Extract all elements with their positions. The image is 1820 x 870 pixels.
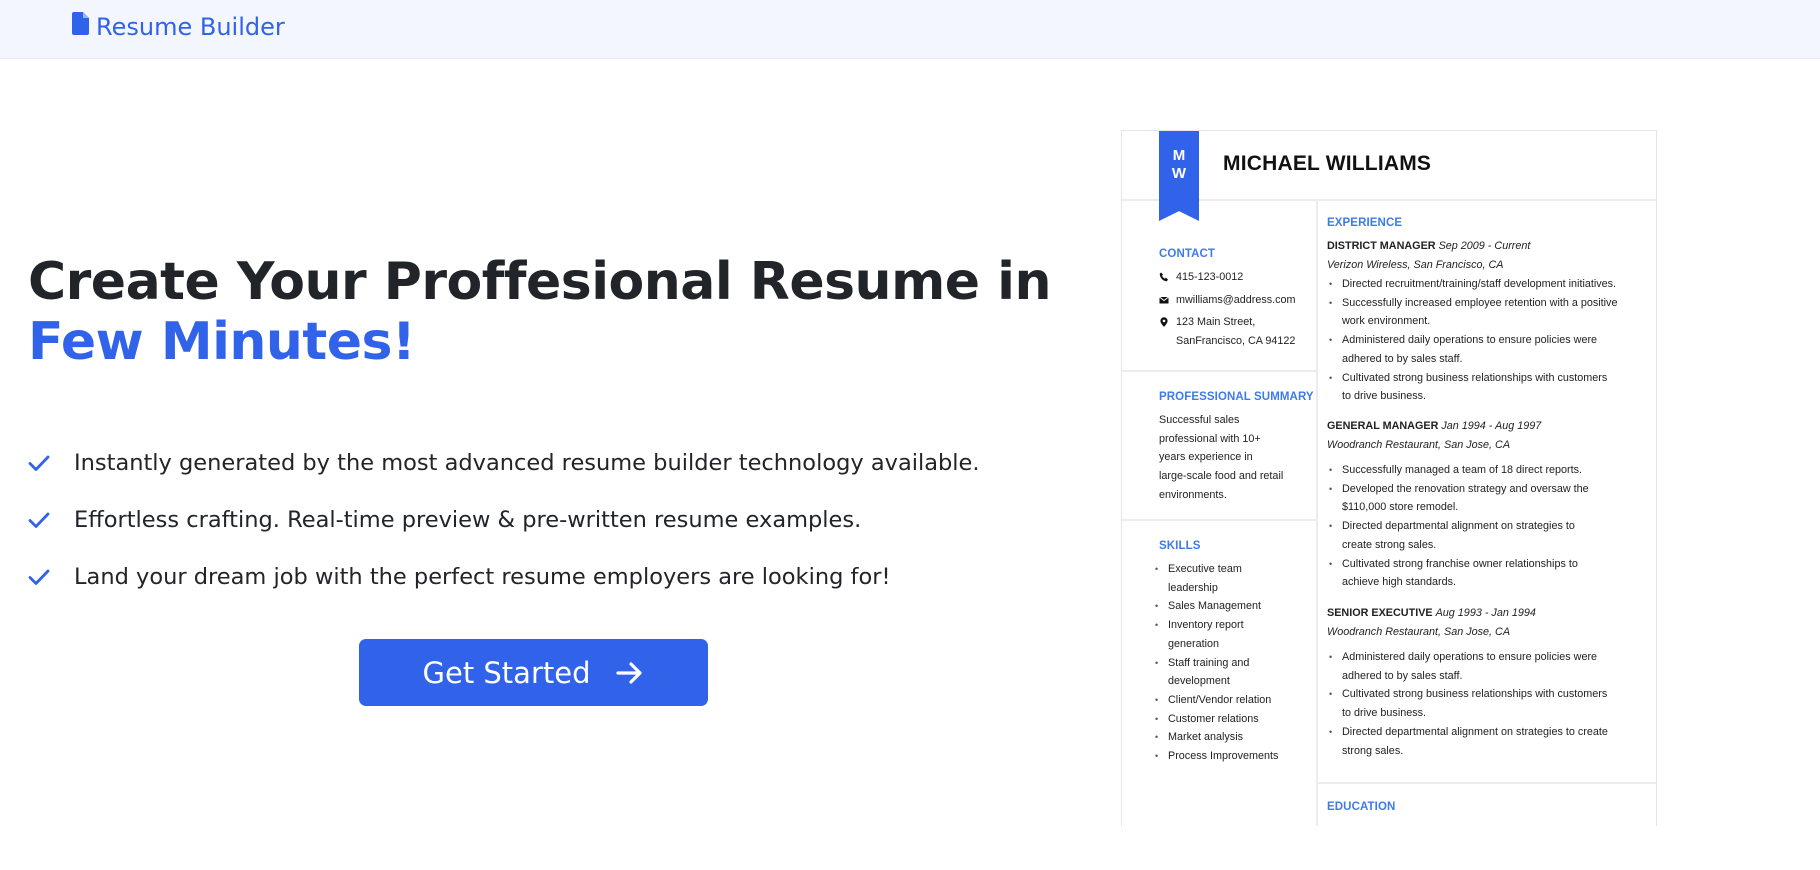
skills-heading: SKILLS: [1159, 540, 1201, 552]
job-entry: DISTRICT MANAGER Sep 2009 - Current Veri…: [1327, 237, 1530, 274]
resume-name: MICHAEL WILLIAMS: [1223, 152, 1432, 175]
check-icon: [28, 512, 50, 528]
contact-address: 123 Main Street, SanFrancisco, CA 94122: [1159, 313, 1295, 350]
skill-item: Process Improvements: [1153, 747, 1313, 766]
feature-text: Effortless crafting. Real-time preview &…: [74, 506, 862, 533]
experience-heading: EXPERIENCE: [1327, 217, 1403, 229]
skill-item: Customer relations: [1153, 710, 1313, 729]
job-bullet: Cultivated strong franchise owner relati…: [1327, 555, 1647, 592]
address-line-2: SanFrancisco, CA 94122: [1176, 334, 1296, 347]
summary-heading: PROFESSIONAL SUMMARY: [1159, 391, 1314, 403]
job-dates: Jan 1994 - Aug 1997: [1441, 420, 1542, 432]
get-started-label: Get Started: [422, 655, 591, 690]
summary-line: environments.: [1159, 488, 1227, 501]
feature-item: Land your dream job with the perfect res…: [28, 548, 980, 605]
feature-list: Instantly generated by the most advanced…: [28, 434, 980, 605]
job-company: Verizon Wireless, San Francisco, CA: [1327, 258, 1504, 271]
education-heading: EDUCATION: [1327, 801, 1396, 813]
feature-item: Instantly generated by the most advanced…: [28, 434, 980, 491]
email-text: mwilliams@address.com: [1176, 294, 1296, 306]
job-bullet: Successfully increased employee retentio…: [1327, 294, 1647, 331]
initials-ribbon: M W: [1159, 131, 1199, 221]
job-company: Woodranch Restaurant, San Jose, CA: [1327, 438, 1511, 451]
phone-text: 415-123-0012: [1176, 271, 1244, 283]
job-bullet: Cultivated strong business relationships…: [1327, 369, 1647, 406]
job-bullet: Directed recruitment/training/staff deve…: [1327, 275, 1647, 294]
section-divider: [1122, 370, 1316, 372]
job-entry: SENIOR EXECUTIVE Aug 1993 - Jan 1994 Woo…: [1327, 604, 1536, 641]
get-started-button[interactable]: Get Started: [359, 639, 708, 706]
summary-line: large-scale food and retail: [1159, 470, 1284, 483]
resume-preview: M W MICHAEL WILLIAMS CONTACT 415-123-001…: [1121, 130, 1657, 826]
initial-last: W: [1171, 165, 1187, 182]
document-icon: [72, 12, 89, 41]
phone-icon: [1159, 272, 1168, 282]
hero-title-main: Create Your Proffesional Resume in: [28, 252, 1051, 312]
feature-item: Effortless crafting. Real-time preview &…: [28, 491, 980, 548]
skill-item: Inventory reportgeneration: [1153, 616, 1313, 653]
job-bullet: Cultivated strong business relationships…: [1327, 685, 1647, 722]
check-icon: [28, 455, 50, 471]
navbar: Resume Builder: [0, 0, 1820, 59]
job-title: GENERAL MANAGER: [1327, 420, 1439, 432]
job-bullet: Successfully managed a team of 18 direct…: [1327, 461, 1647, 480]
skill-item: Executive teamleadership: [1153, 560, 1313, 597]
hero-title: Create Your Proffesional Resume in Few M…: [28, 252, 1088, 372]
contact-heading: CONTACT: [1159, 248, 1216, 260]
map-pin-icon: [1160, 317, 1168, 327]
envelope-icon: [1159, 296, 1169, 304]
job-dates: Aug 1993 - Jan 1994: [1435, 607, 1536, 619]
summary-line: professional with 10+: [1159, 432, 1261, 445]
job-bullets: Directed recruitment/training/staff deve…: [1327, 275, 1647, 406]
section-divider: [1122, 519, 1316, 521]
job-bullet: Administered daily operations to ensure …: [1327, 331, 1647, 368]
job-bullet: Developed the renovation strategy and ov…: [1327, 480, 1647, 517]
brand-label: Resume Builder: [96, 12, 285, 41]
check-icon: [28, 569, 50, 585]
summary-line: years experience in: [1159, 451, 1253, 464]
job-entry: GENERAL MANAGER Jan 1994 - Aug 1997 Wood…: [1327, 417, 1541, 454]
summary-line: Successful sales: [1159, 414, 1240, 426]
section-divider: [1318, 782, 1656, 784]
initial-first: M: [1172, 147, 1186, 164]
job-dates: Sep 2009 - Current: [1438, 240, 1531, 252]
job-bullet: Directed departmental alignment on strat…: [1327, 723, 1647, 760]
skill-item: Market analysis: [1153, 728, 1313, 747]
skill-item: Sales Management: [1153, 597, 1313, 616]
summary-text: Successful sales professional with 10+ y…: [1159, 411, 1309, 505]
job-company: Woodranch Restaurant, San Jose, CA: [1327, 625, 1511, 638]
brand-link[interactable]: Resume Builder: [72, 12, 285, 41]
job-bullet: Administered daily operations to ensure …: [1327, 648, 1647, 685]
skill-item: Client/Vendor relation: [1153, 691, 1313, 710]
address-line-1: 123 Main Street,: [1176, 316, 1256, 328]
skills-list: Executive teamleadership Sales Managemen…: [1153, 560, 1313, 766]
feature-text: Instantly generated by the most advanced…: [74, 449, 980, 476]
job-title: DISTRICT MANAGER: [1327, 240, 1436, 252]
job-title: SENIOR EXECUTIVE: [1327, 607, 1433, 619]
feature-text: Land your dream job with the perfect res…: [74, 563, 891, 590]
arrow-right-icon: [615, 661, 642, 684]
skill-item: Staff training anddevelopment: [1153, 654, 1313, 691]
hero-title-accent: Few Minutes!: [28, 312, 416, 372]
contact-email: mwilliams@address.com: [1159, 291, 1296, 310]
job-bullets: Administered daily operations to ensure …: [1327, 648, 1647, 760]
column-divider: [1316, 199, 1318, 826]
job-bullet: Directed departmental alignment on strat…: [1327, 517, 1647, 554]
job-bullets: Successfully managed a team of 18 direct…: [1327, 461, 1647, 592]
contact-phone: 415-123-0012: [1159, 268, 1243, 287]
